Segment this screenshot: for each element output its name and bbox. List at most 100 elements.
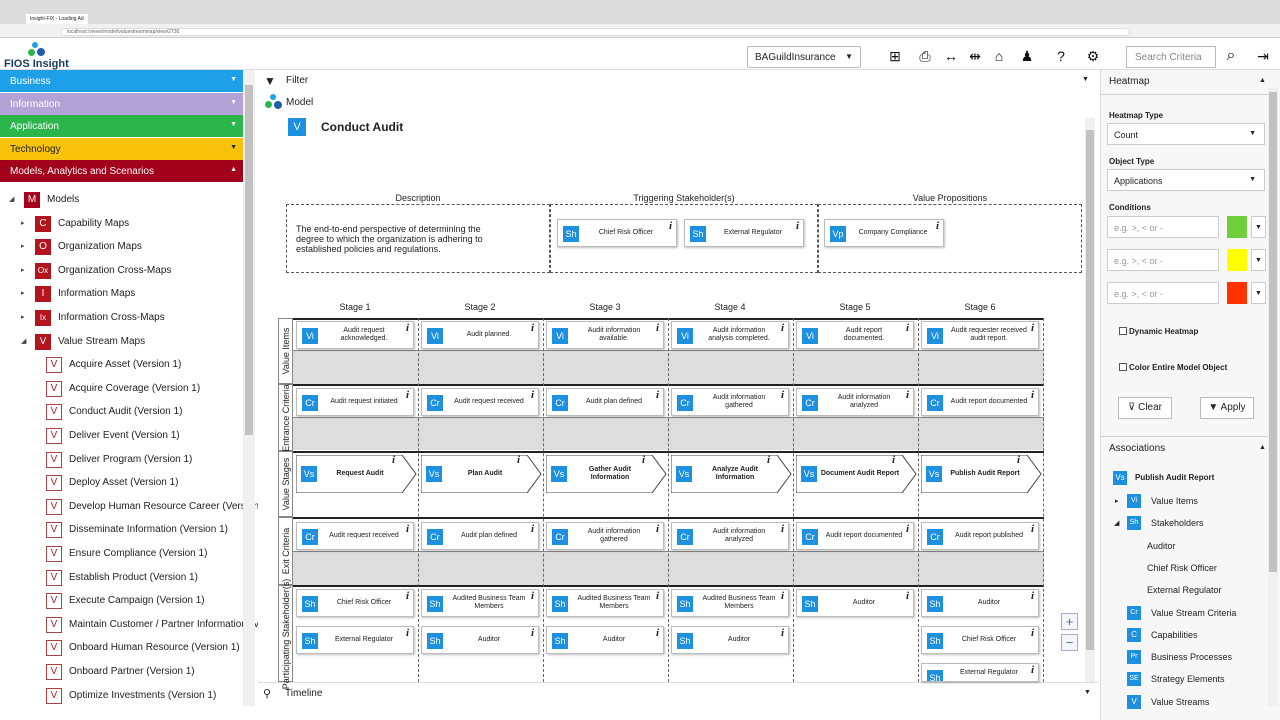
value-item[interactable]: Vi Audit planned. i (421, 321, 539, 349)
filter-icon[interactable]: ▼ (264, 74, 276, 88)
checkbox-icon[interactable] (1119, 363, 1127, 371)
association-item[interactable]: Strategy Elements (1151, 674, 1225, 684)
chevron-up-icon[interactable]: ▲ (1259, 444, 1266, 451)
chevron-down-icon[interactable]: ▼ (1251, 216, 1266, 238)
clear-button[interactable]: ⊽ Clear (1118, 397, 1172, 419)
condition-input[interactable]: e.g. >, < or - (1107, 216, 1219, 238)
hierarchy-icon[interactable]: ⊞ (884, 46, 906, 66)
home-icon[interactable]: ⌂ (988, 46, 1010, 66)
value-stage[interactable]: Vs Publish Audit Report i (921, 454, 1043, 493)
info-icon[interactable]: i (406, 523, 409, 535)
chevron-down-icon[interactable]: ▼ (1082, 76, 1089, 83)
value-stage[interactable]: Vs Gather Audit Information i (546, 454, 668, 493)
tree-item-value-stream[interactable]: V Onboard Human Resource (Version 1) (0, 636, 243, 660)
value-stage[interactable]: Vs Document Audit Report i (796, 454, 918, 493)
participating-stakeholder[interactable]: Sh External Regulator i (296, 626, 414, 654)
zoom-in-button[interactable]: + (1061, 613, 1078, 630)
tree-item-value-stream[interactable]: V Deliver Event (Version 1) (0, 424, 243, 448)
info-icon[interactable]: i (781, 523, 784, 535)
right-scrollbar-thumb[interactable] (1269, 92, 1277, 572)
exit-criteria[interactable]: Cr Audit information gathered i (546, 522, 664, 550)
info-icon[interactable]: i (781, 322, 784, 334)
association-item[interactable]: Stakeholders (1151, 518, 1204, 528)
expand-arrow-icon[interactable]: ▸ (21, 219, 25, 227)
info-icon[interactable]: i (1031, 664, 1034, 676)
logout-icon[interactable]: ⇥ (1252, 46, 1274, 66)
tenant-select[interactable]: BAGuildInsurance ▼ (747, 46, 861, 68)
participating-stakeholder[interactable]: Sh Audited Business Team Members i (671, 589, 789, 617)
info-icon[interactable]: i (906, 523, 909, 535)
dynamic-heatmap-checkbox[interactable]: Dynamic Heatmap (1119, 327, 1198, 336)
section-application[interactable]: Application ▼ (0, 115, 243, 137)
entrance-criteria[interactable]: Cr Audit plan defined i (546, 388, 664, 416)
info-icon[interactable]: i (781, 590, 784, 602)
value-stage[interactable]: Vs Analyze Audit Information i (671, 454, 793, 493)
value-item[interactable]: Vi Audit requester received audit report.… (921, 321, 1039, 349)
section-information[interactable]: Information ▼ (0, 92, 243, 115)
value-item[interactable]: Vi Audit request acknowledged. i (296, 321, 414, 349)
info-icon[interactable]: i (906, 389, 909, 401)
tree-item-capability-maps[interactable]: ▸ C Capability Maps (0, 212, 243, 236)
info-icon[interactable]: i (406, 322, 409, 334)
associations-title[interactable]: Associations (1109, 443, 1165, 454)
association-item[interactable]: Value Streams (1151, 697, 1209, 707)
heatmap-type-select[interactable]: Count ▼ (1107, 123, 1265, 145)
participating-stakeholder[interactable]: Sh External Regulator i (921, 663, 1039, 682)
tree-item-value-stream[interactable]: V Deploy Asset (Version 1) (0, 471, 243, 495)
tree-item-value-stream[interactable]: V Acquire Asset (Version 1) (0, 353, 243, 377)
info-icon[interactable]: i (517, 454, 520, 466)
chevron-down-icon[interactable]: ▼ (1251, 282, 1266, 304)
tree-item-value-stream[interactable]: V Execute Campaign (Version 1) (0, 589, 243, 613)
info-icon[interactable]: i (767, 454, 770, 466)
triggering-stakeholder[interactable]: Sh External Regulator i (684, 219, 804, 247)
tree-item-organization-cross-maps[interactable]: ▸ Ox Organization Cross-Maps (0, 259, 243, 283)
filter-label[interactable]: Filter (286, 75, 308, 86)
info-icon[interactable]: i (669, 220, 672, 232)
info-icon[interactable]: i (642, 454, 645, 466)
condition-input[interactable]: e.g. >, < or - (1107, 282, 1219, 304)
section-business[interactable]: Business ▼ (0, 70, 243, 92)
entrance-criteria[interactable]: Cr Audit request initiated i (296, 388, 414, 416)
expand-arrow-icon[interactable]: ▸ (21, 242, 25, 250)
exit-criteria[interactable]: Cr Audit plan defined i (421, 522, 539, 550)
info-icon[interactable]: i (531, 389, 534, 401)
info-icon[interactable]: i (656, 590, 659, 602)
tree-item-value-stream[interactable]: V Optimize Investments (Version 1) (0, 684, 243, 708)
timeline-bar[interactable]: ⚲ Timeline ▼ (258, 682, 1098, 706)
help-icon[interactable]: ? (1050, 46, 1072, 66)
info-icon[interactable]: i (781, 389, 784, 401)
association-item[interactable]: External Regulator (1147, 585, 1222, 595)
participating-stakeholder[interactable]: Sh Audited Business Team Members i (421, 589, 539, 617)
info-icon[interactable]: i (531, 590, 534, 602)
collapse-arrow-icon[interactable]: ◢ (9, 195, 14, 203)
user-icon[interactable]: ♟ (1016, 46, 1038, 66)
tree-item-organization-maps[interactable]: ▸ O Organization Maps (0, 235, 243, 259)
info-icon[interactable]: i (406, 389, 409, 401)
info-icon[interactable]: i (656, 627, 659, 639)
tree-item-value-stream[interactable]: V Establish Product (Version 1) (0, 566, 243, 590)
zoom-out-button[interactable]: − (1061, 634, 1078, 651)
tree-item-value-stream[interactable]: V Ensure Compliance (Version 1) (0, 542, 243, 566)
color-entire-checkbox[interactable]: Color Entire Model Object (1119, 363, 1227, 372)
association-item[interactable]: Capabilities (1151, 630, 1198, 640)
participating-stakeholder[interactable]: Sh Chief Risk Officer i (296, 589, 414, 617)
info-icon[interactable]: i (656, 322, 659, 334)
info-icon[interactable]: i (1031, 523, 1034, 535)
gear-icon[interactable]: ⚙ (1082, 46, 1104, 66)
association-root[interactable]: Publish Audit Report (1135, 473, 1214, 482)
condition-input[interactable]: e.g. >, < or - (1107, 249, 1219, 271)
apply-button[interactable]: ▼ Apply (1200, 397, 1254, 419)
tree-item-value-stream-maps[interactable]: ◢ V Value Stream Maps (0, 330, 243, 354)
entrance-criteria[interactable]: Cr Audit report documented i (921, 388, 1039, 416)
expand-arrow-icon[interactable]: ◢ (1114, 519, 1119, 527)
association-item[interactable]: Value Items (1151, 496, 1198, 506)
exit-criteria[interactable]: Cr Audit request received i (296, 522, 414, 550)
tree-item-value-stream[interactable]: V Disseminate Information (Version 1) (0, 518, 243, 542)
object-type-select[interactable]: Applications ▼ (1107, 169, 1265, 191)
chevron-down-icon[interactable]: ▼ (1251, 249, 1266, 271)
participating-stakeholder[interactable]: Sh Auditor i (921, 589, 1039, 617)
info-icon[interactable]: i (392, 454, 395, 466)
value-stage[interactable]: Vs Plan Audit i (421, 454, 543, 493)
value-item[interactable]: Vi Audit information analysis completed. i (671, 321, 789, 349)
exit-criteria[interactable]: Cr Audit information analyzed i (671, 522, 789, 550)
